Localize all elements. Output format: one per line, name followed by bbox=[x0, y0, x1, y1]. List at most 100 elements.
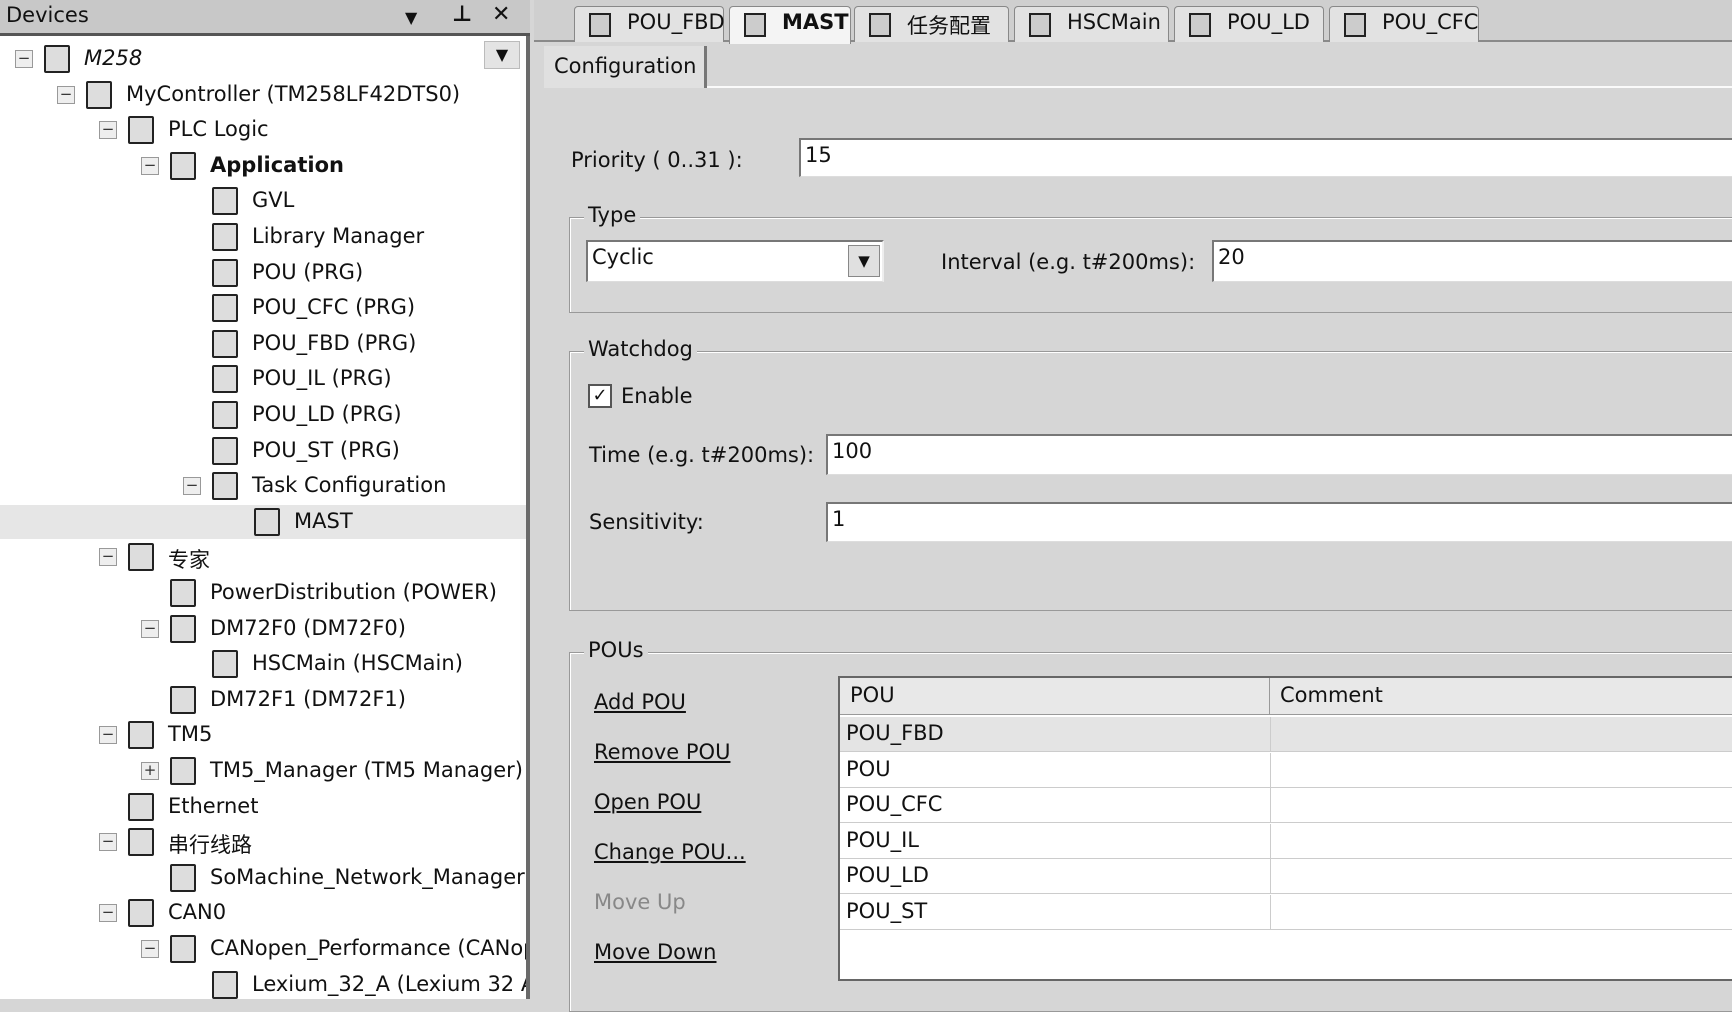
pou-cell: POU_CFC bbox=[846, 792, 943, 817]
collapse-icon[interactable]: − bbox=[57, 85, 75, 104]
connector-icon bbox=[128, 721, 154, 750]
enable-checkbox[interactable]: ✓ bbox=[588, 384, 612, 408]
collapse-icon[interactable]: − bbox=[99, 548, 117, 567]
collapse-icon[interactable]: − bbox=[183, 477, 201, 496]
tree-item-label: Application bbox=[210, 152, 344, 177]
tree-item-label: TM5_Manager (TM5 Manager) bbox=[210, 758, 523, 782]
tree-item[interactable]: DM72F1 (DM72F1) bbox=[0, 683, 526, 717]
tree-item[interactable]: − 串行线路 bbox=[0, 825, 526, 859]
collapse-icon[interactable]: − bbox=[99, 121, 117, 140]
tab-hscmain[interactable]: HSCMain bbox=[1014, 6, 1169, 42]
table-row[interactable]: POU_IL bbox=[840, 823, 1732, 859]
connector-icon bbox=[128, 792, 154, 821]
tree-item[interactable]: − 专家 bbox=[0, 540, 526, 574]
type-select[interactable]: Cyclic ▼ bbox=[586, 240, 884, 282]
device-icon bbox=[170, 935, 196, 963]
tree-item[interactable]: POU_FBD (PRG) bbox=[0, 327, 526, 361]
task-icon bbox=[254, 507, 280, 536]
chevron-down-icon[interactable]: ▼ bbox=[405, 8, 417, 27]
tab-label: MAST bbox=[782, 10, 849, 34]
devices-panel-title: Devices bbox=[6, 3, 89, 27]
table-row[interactable]: POU_FBD bbox=[840, 717, 1732, 752]
tree-item[interactable]: GVL bbox=[0, 184, 526, 218]
tree-item[interactable]: − Application bbox=[0, 149, 526, 183]
tree-item[interactable]: POU_ST (PRG) bbox=[0, 434, 526, 468]
tree-item-label: 串行线路 bbox=[168, 833, 252, 858]
tree-item[interactable]: − MyController (TM258LF42DTS0) bbox=[0, 78, 526, 112]
pou-cell: POU_IL bbox=[846, 827, 919, 852]
tree-item[interactable]: − PLC Logic bbox=[0, 113, 526, 147]
plc-logic-icon bbox=[128, 116, 154, 145]
change-pou-link[interactable]: Change POU... bbox=[594, 840, 746, 864]
move-down-link[interactable]: Move Down bbox=[594, 940, 717, 964]
collapse-icon[interactable]: − bbox=[141, 619, 159, 638]
fbd-icon bbox=[212, 329, 238, 358]
tree-item[interactable]: SoMachine_Network_Manager ( bbox=[0, 861, 526, 895]
collapse-icon[interactable]: − bbox=[141, 156, 159, 175]
collapse-icon[interactable]: − bbox=[99, 833, 117, 852]
tab-pou_fbd[interactable]: POU_FBD bbox=[574, 6, 725, 42]
tree-item[interactable]: Lexium_32_A (Lexium 32 A) bbox=[0, 968, 526, 999]
task-config-icon bbox=[869, 13, 891, 37]
tree-item[interactable]: − Task Configuration bbox=[0, 469, 526, 503]
expand-icon[interactable]: + bbox=[141, 762, 159, 780]
comment-cell[interactable] bbox=[1270, 717, 1271, 752]
column-header-pou[interactable]: POU bbox=[840, 678, 1270, 715]
tree-item[interactable]: Library Manager bbox=[0, 220, 526, 254]
column-header-comment[interactable]: Comment bbox=[1270, 678, 1732, 715]
table-row[interactable]: POU_ST bbox=[840, 895, 1732, 930]
tree-item[interactable]: − CANopen_Performance (CANop bbox=[0, 932, 526, 966]
tree-item-label: POU_ST (PRG) bbox=[252, 437, 400, 462]
tree-item[interactable]: MAST bbox=[0, 504, 526, 539]
table-row[interactable]: POU_LD bbox=[840, 859, 1732, 895]
table-row[interactable]: POU_CFC bbox=[840, 788, 1732, 824]
tree-item[interactable]: POU (PRG) bbox=[0, 256, 526, 290]
comment-cell[interactable] bbox=[1270, 752, 1271, 788]
comment-cell[interactable] bbox=[1270, 823, 1271, 859]
tree-item-label: POU_IL (PRG) bbox=[252, 366, 392, 391]
tab-pou_cfc[interactable]: POU_CFC bbox=[1329, 6, 1479, 42]
tree-item[interactable]: + TM5_Manager (TM5 Manager) bbox=[0, 754, 526, 788]
pin-icon[interactable]: ⊥ bbox=[452, 2, 472, 27]
collapse-icon[interactable]: − bbox=[141, 940, 159, 958]
chevron-down-icon[interactable]: ▼ bbox=[848, 245, 880, 277]
tree-item[interactable]: Ethernet bbox=[0, 790, 526, 824]
add-pou-link[interactable]: Add POU bbox=[594, 690, 686, 714]
tree-item[interactable]: − TM5 bbox=[0, 718, 526, 752]
module-icon bbox=[170, 685, 196, 714]
ld-icon bbox=[212, 401, 238, 429]
editor-tab-strip: POU_FBD MAST 任务配置 HSCMain POU_LD POU_CFC bbox=[534, 0, 1732, 44]
comment-cell[interactable] bbox=[1270, 895, 1271, 930]
tab-pou_ld[interactable]: POU_LD bbox=[1174, 6, 1324, 42]
sensitivity-input[interactable]: 1 bbox=[826, 502, 1732, 542]
tree-item[interactable]: POU_CFC (PRG) bbox=[0, 291, 526, 325]
task-icon bbox=[744, 13, 766, 37]
move-up-link: Move Up bbox=[594, 890, 686, 914]
tab-configuration[interactable]: Configuration bbox=[544, 46, 707, 88]
tree-dropdown-button[interactable]: ▼ bbox=[484, 41, 520, 69]
collapse-icon[interactable]: − bbox=[99, 726, 117, 745]
open-pou-link[interactable]: Open POU bbox=[594, 790, 701, 814]
tree-item[interactable]: POU_IL (PRG) bbox=[0, 362, 526, 396]
table-row[interactable]: POU bbox=[840, 752, 1732, 788]
tab-mast[interactable]: MAST bbox=[729, 6, 851, 44]
tab-任务配置[interactable]: 任务配置 bbox=[854, 6, 1009, 42]
devices-panel: Devices ▼ ⊥ ✕ − M258− MyController (TM258L… bbox=[0, 0, 530, 999]
tree-item[interactable]: − CAN0 bbox=[0, 896, 526, 930]
interval-input[interactable]: 20 bbox=[1212, 240, 1732, 282]
tree-item[interactable]: PowerDistribution (POWER) bbox=[0, 576, 526, 610]
tree-item[interactable]: POU_LD (PRG) bbox=[0, 398, 526, 432]
tree-item[interactable]: HSCMain (HSCMain) bbox=[0, 647, 526, 681]
module-icon bbox=[170, 579, 196, 607]
close-icon[interactable]: ✕ bbox=[492, 2, 510, 27]
tree-item[interactable]: − DM72F0 (DM72F0) bbox=[0, 612, 526, 646]
comment-cell[interactable] bbox=[1270, 859, 1271, 895]
priority-input[interactable]: 15 bbox=[799, 138, 1732, 177]
device-icon bbox=[1029, 13, 1051, 37]
time-input[interactable]: 100 bbox=[826, 434, 1732, 475]
tree-item[interactable]: − M258 bbox=[0, 42, 526, 76]
collapse-icon[interactable]: − bbox=[15, 50, 33, 68]
collapse-icon[interactable]: − bbox=[99, 904, 117, 923]
remove-pou-link[interactable]: Remove POU bbox=[594, 740, 730, 764]
comment-cell[interactable] bbox=[1270, 788, 1271, 824]
